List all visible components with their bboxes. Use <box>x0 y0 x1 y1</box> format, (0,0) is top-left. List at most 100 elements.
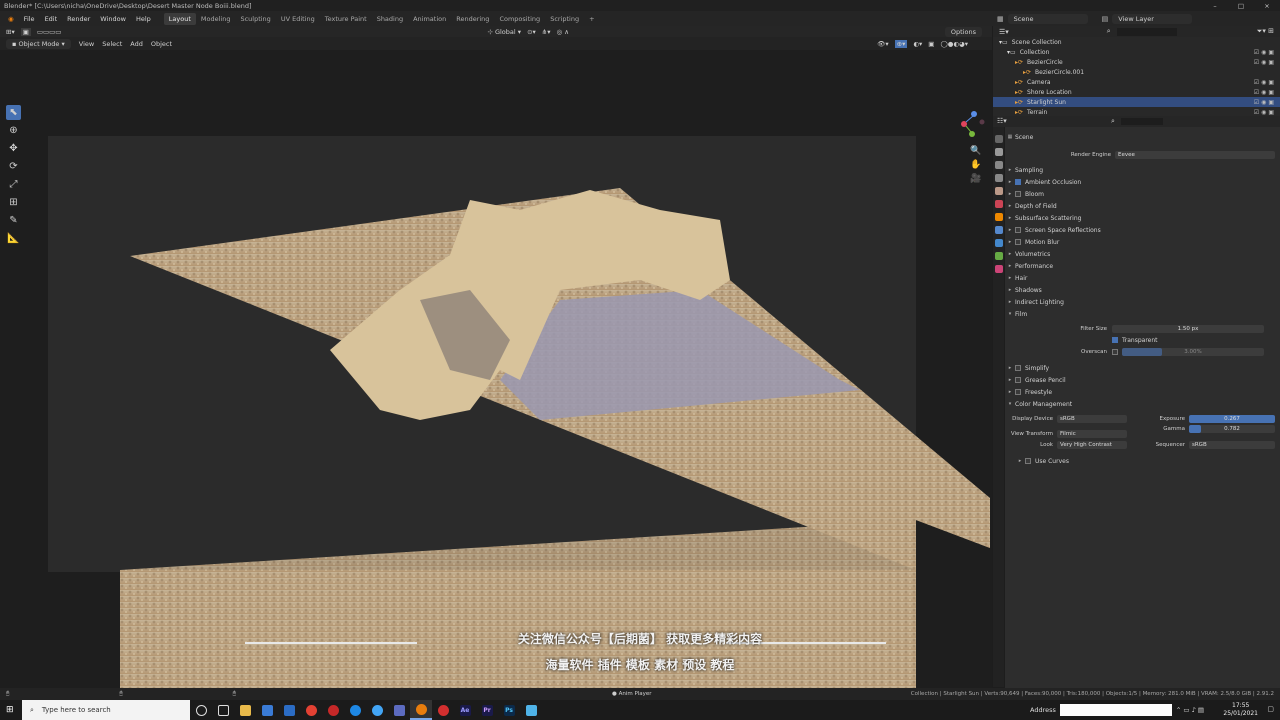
panel-header[interactable]: ▸ Volumetrics <box>1005 248 1280 260</box>
expand-arrow-icon[interactable]: ▸ <box>1005 227 1015 233</box>
outliner-row[interactable]: ▸⟳ Starlight Sun ☑◉▣ <box>993 97 1280 107</box>
pan-hand-icon[interactable]: ✋ <box>970 160 981 170</box>
visibility-toggle-icon[interactable]: ☑◉▣ <box>1254 99 1276 106</box>
physics-tab-icon[interactable] <box>994 239 1003 247</box>
blender-logo-icon[interactable]: ◉ <box>3 15 19 23</box>
use-curves-row[interactable]: ▸ Use Curves <box>1015 455 1280 467</box>
panel-checkbox[interactable] <box>1015 191 1021 197</box>
notifications-icon[interactable]: ▢ <box>1267 705 1274 713</box>
gizmo-toggle-icon[interactable]: ⊕▾ <box>894 39 908 48</box>
tab-rendering[interactable]: Rendering <box>451 13 494 25</box>
tab-modeling[interactable]: Modeling <box>196 13 236 25</box>
panel-checkbox[interactable] <box>1015 365 1021 371</box>
expand-arrow-icon[interactable]: ▾ <box>1005 311 1015 317</box>
panel-checkbox[interactable] <box>1015 389 1021 395</box>
task-view-icon[interactable] <box>212 700 234 720</box>
panel-checkbox[interactable] <box>1015 179 1021 185</box>
tab-sculpting[interactable]: Sculpting <box>235 13 275 25</box>
mail-icon[interactable] <box>278 700 300 720</box>
expand-arrow-icon[interactable]: ▸ <box>1005 179 1015 185</box>
expand-arrow-icon[interactable]: ▸ <box>1005 203 1015 209</box>
selection-modes[interactable]: ▭▭▭▭ <box>37 28 62 36</box>
select-tool-icon[interactable]: ⬉ <box>6 105 21 120</box>
tab-layout[interactable]: Layout <box>163 12 196 25</box>
close-button[interactable]: × <box>1254 2 1280 10</box>
data-tab-icon[interactable] <box>994 265 1003 273</box>
select-box-icon[interactable]: ▣ <box>20 27 31 36</box>
windows-start-icon[interactable]: ⊞ <box>6 705 14 715</box>
expand-arrow-icon[interactable]: ▸ <box>1005 263 1015 269</box>
messenger-icon[interactable] <box>366 700 388 720</box>
properties-editor-icon[interactable]: ☷▾ <box>997 117 1007 125</box>
exposure-field[interactable]: 0.267 <box>1189 415 1275 423</box>
cortana-icon[interactable] <box>190 700 212 720</box>
menu-window[interactable]: Window <box>95 15 131 23</box>
scene-tab-icon[interactable] <box>994 187 1003 195</box>
xray-icon[interactable]: ▣ <box>928 40 934 48</box>
tab-compositing[interactable]: Compositing <box>494 13 545 25</box>
transparent-checkbox[interactable] <box>1112 337 1118 343</box>
constraints-tab-icon[interactable] <box>994 252 1003 260</box>
panel-header[interactable]: ▸ Depth of Field <box>1005 200 1280 212</box>
use-curves-expand-icon[interactable]: ▸ <box>1015 458 1025 464</box>
tab-animation[interactable]: Animation <box>408 13 451 25</box>
look-dropdown[interactable]: Very High Contrast <box>1057 441 1127 449</box>
outliner-editor-icon[interactable]: ☰▾ <box>999 28 1009 36</box>
camera-view-icon[interactable]: 🎥 <box>970 174 981 184</box>
proportional-edit-icon[interactable]: ◎ ∧ <box>557 28 570 36</box>
tab-texture-paint[interactable]: Texture Paint <box>320 13 372 25</box>
move-tool-icon[interactable]: ✥ <box>6 141 21 156</box>
notes-icon[interactable] <box>520 700 542 720</box>
panel-checkbox[interactable] <box>1015 227 1021 233</box>
gamma-field[interactable]: 0.782 <box>1189 425 1275 433</box>
after-effects-icon[interactable]: Ae <box>454 700 476 720</box>
visibility-toggle-icon[interactable]: ☑◉▣ <box>1254 49 1276 56</box>
output-tab-icon[interactable] <box>994 161 1003 169</box>
transparent-checkbox-row[interactable]: Transparent <box>1112 334 1272 346</box>
expand-arrow-icon[interactable]: ▸ <box>1005 251 1015 257</box>
visibility-toggle-icon[interactable]: ☑◉▣ <box>1254 89 1276 96</box>
outliner-search-input[interactable] <box>1116 27 1177 36</box>
use-curves-checkbox[interactable] <box>1025 458 1031 464</box>
menu-select[interactable]: Select <box>102 40 122 48</box>
blender-taskbar-icon[interactable] <box>410 700 432 720</box>
scene-selector[interactable]: Scene <box>1007 13 1088 24</box>
premiere-icon[interactable]: Pr <box>476 700 498 720</box>
snap-icon[interactable]: ⋔▾ <box>542 28 551 36</box>
navigation-gizmo[interactable] <box>946 108 986 142</box>
panel-header[interactable]: ▸ Ambient Occlusion <box>1005 176 1280 188</box>
visibility-toggle-icon[interactable]: ☑◉▣ <box>1254 59 1276 66</box>
filter-icon[interactable]: ⏷▾ ⊞ <box>1257 27 1274 36</box>
visibility-toggle-icon[interactable]: ☑◉▣ <box>1254 109 1276 116</box>
3d-viewport[interactable]: ⬉ ⊕ ✥ ⟳ ⤢ ⊞ ✎ 📐 🔍 ✋ 🎥 <box>0 50 992 688</box>
overscan-field[interactable]: 3.00% <box>1122 348 1264 356</box>
panel-header[interactable]: ▸ Screen Space Reflections <box>1005 224 1280 236</box>
expand-arrow-icon[interactable]: ▸ <box>1005 167 1015 173</box>
expand-arrow-icon[interactable]: ▸ <box>1005 389 1015 395</box>
transform-tool-icon[interactable]: ⊞ <box>6 195 21 210</box>
panel-checkbox[interactable] <box>1015 377 1021 383</box>
photoshop-icon[interactable]: Ps <box>498 700 520 720</box>
panel-header[interactable]: ▸ Bloom <box>1005 188 1280 200</box>
options-dropdown[interactable]: Options <box>944 26 982 37</box>
taskbar-search[interactable]: ⌕ Type here to search <box>22 700 190 720</box>
panel-checkbox[interactable] <box>1015 239 1021 245</box>
properties-search-input[interactable] <box>1121 118 1163 125</box>
tab-shading[interactable]: Shading <box>372 13 408 25</box>
menu-help[interactable]: Help <box>131 15 156 23</box>
render-engine-dropdown[interactable]: Eevee <box>1115 151 1275 159</box>
panel-header[interactable]: ▸ Sampling <box>1005 164 1280 176</box>
tab-scripting[interactable]: Scripting <box>545 13 584 25</box>
menu-object[interactable]: Object <box>151 40 172 48</box>
view-layer-tab-icon[interactable] <box>994 174 1003 182</box>
panel-header[interactable]: ▾ Color Management <box>1005 398 1280 410</box>
sequencer-dropdown[interactable]: sRGB <box>1189 441 1275 449</box>
display-device-dropdown[interactable]: sRGB <box>1057 415 1127 423</box>
maximize-button[interactable]: □ <box>1228 2 1254 10</box>
app-icon[interactable] <box>432 700 454 720</box>
menu-render[interactable]: Render <box>62 15 95 23</box>
store-icon[interactable] <box>256 700 278 720</box>
outliner-row[interactable]: ▸⟳ Camera ☑◉▣ <box>993 77 1280 87</box>
shading-modes[interactable]: ◯●◐◕▾ <box>940 40 968 48</box>
outliner-row[interactable]: ▸⟳ BezierCircle.001 <box>993 67 1280 77</box>
